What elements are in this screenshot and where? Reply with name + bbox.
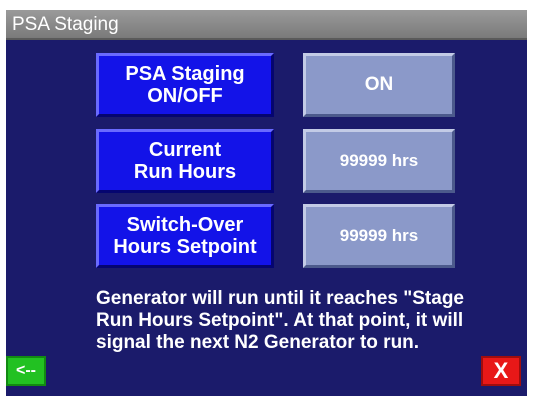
switch-over-hours-setpoint-input[interactable]: 99999 hrs xyxy=(303,204,455,268)
switch-over-hours-setpoint-label: Switch-Over Hours Setpoint xyxy=(96,204,274,268)
psa-staging-onoff-label[interactable]: PSA Staging ON/OFF xyxy=(96,53,274,117)
current-run-hours-label: Current Run Hours xyxy=(96,129,274,193)
info-message: Generator will run until it reaches "Sta… xyxy=(96,288,464,353)
close-button[interactable]: X xyxy=(481,356,521,386)
psa-staging-screen: PSA Staging PSA Staging ON/OFF ON Curren… xyxy=(6,10,527,396)
window-title: PSA Staging xyxy=(6,10,527,40)
psa-staging-onoff-button[interactable]: ON xyxy=(303,53,455,117)
back-button[interactable]: <-- xyxy=(6,356,46,386)
current-run-hours-value: 99999 hrs xyxy=(303,129,455,193)
